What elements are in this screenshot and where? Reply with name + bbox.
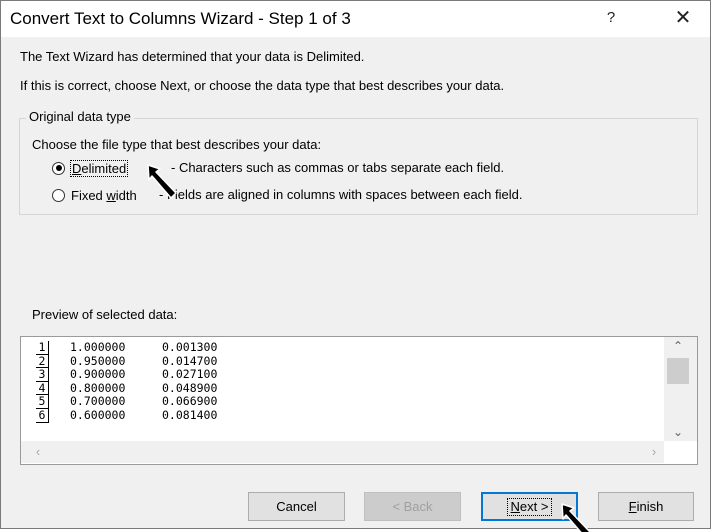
preview-cell: 0.950000	[70, 353, 126, 368]
preview-row: 4 0.800000 0.048900	[21, 380, 664, 396]
finish-button[interactable]: Finish	[598, 492, 694, 521]
next-mnemonic: N	[510, 499, 520, 514]
preview-row: 5 0.700000 0.066900	[21, 395, 664, 409]
preview-row: 1 1.000000 0.001300	[21, 340, 664, 355]
arrow-cursor-icon	[147, 164, 177, 199]
horizontal-scrollbar[interactable]: ‹ ›	[21, 441, 664, 463]
preview-row-number: 1	[36, 341, 49, 355]
preview-cell: 0.600000	[70, 407, 126, 422]
detected-type-message: The Text Wizard has determined that your…	[20, 49, 365, 64]
scroll-left-icon[interactable]: ‹	[29, 443, 47, 461]
radio-delimited-indicator[interactable]	[52, 161, 65, 175]
radio-fixed-width-mnemonic: w	[106, 187, 116, 203]
preview-cell: 0.066900	[162, 394, 218, 409]
preview-cell: 0.048900	[162, 380, 218, 395]
preview-row-number: 3	[36, 368, 49, 382]
window-title: Convert Text to Columns Wizard - Step 1 …	[10, 9, 351, 28]
preview-cell: 0.081400	[162, 407, 218, 422]
radio-delimited[interactable]: Delimited	[52, 158, 129, 178]
cancel-button[interactable]: Cancel	[248, 492, 345, 521]
preview-label: Preview of selected data:	[32, 307, 178, 322]
scroll-thumb[interactable]	[667, 358, 689, 384]
finish-label-rest: inish	[636, 499, 664, 514]
title-bar: Convert Text to Columns Wizard - Step 1 …	[1, 1, 710, 37]
radio-delimited-label[interactable]: Delimited	[69, 159, 129, 177]
preview-row-number: 2	[36, 354, 49, 369]
vertical-scrollbar[interactable]: ⌃ ⌄	[664, 337, 697, 441]
radio-fixed-width[interactable]: Fixed width	[52, 185, 137, 205]
data-preview-pane[interactable]: 1 1.000000 0.001300 2 0.950000 0.014700 3 0.900…	[20, 336, 698, 465]
close-button[interactable]: ✕	[663, 5, 703, 31]
preview-row-number: 6	[36, 409, 49, 423]
radio-fixed-width-indicator[interactable]	[52, 188, 65, 202]
preview-cell: 0.001300	[162, 340, 218, 354]
instruction-message: If this is correct, choose Next, or choo…	[20, 78, 505, 93]
help-button[interactable]: ?	[597, 5, 625, 31]
radio-delimited-description: - Characters such as commas or tabs sepa…	[171, 160, 505, 175]
file-type-prompt: Choose the file type that best describes…	[32, 137, 322, 152]
radio-delimited-label-rest: elimited	[81, 160, 127, 176]
radio-fixed-width-label-pre: Fixed	[71, 187, 107, 203]
scroll-down-icon[interactable]: ⌄	[664, 423, 692, 441]
back-button[interactable]: < Back	[364, 492, 461, 521]
preview-row-number: 4	[36, 381, 49, 396]
radio-fixed-width-label[interactable]: Fixed width	[71, 188, 137, 203]
next-button-label: Next >	[506, 498, 553, 516]
preview-cell: 0.700000	[70, 394, 126, 409]
next-label-rest: ext >	[519, 499, 549, 514]
radio-delimited-mnemonic: D	[72, 160, 82, 176]
preview-row: 6 0.600000 0.081400	[21, 407, 664, 423]
radio-fixed-width-description: - Fields are aligned in columns with spa…	[159, 187, 523, 202]
scroll-right-icon[interactable]: ›	[645, 443, 663, 461]
preview-cell: 1.000000	[70, 340, 126, 354]
preview-cell: 0.027100	[162, 367, 218, 382]
preview-row: 3 0.900000 0.027100	[21, 368, 664, 382]
group-legend: Original data type	[26, 109, 134, 124]
radio-fixed-width-label-rest: idth	[115, 187, 137, 203]
preview-rows: 1 1.000000 0.001300 2 0.950000 0.014700 3 0.900…	[21, 337, 664, 441]
preview-cell: 0.800000	[70, 380, 126, 395]
preview-row: 2 0.950000 0.014700	[21, 353, 664, 369]
scroll-up-icon[interactable]: ⌃	[664, 337, 692, 355]
preview-row-number: 5	[36, 395, 49, 409]
finish-mnemonic: F	[628, 499, 637, 514]
wizard-dialog: Convert Text to Columns Wizard - Step 1 …	[0, 0, 711, 529]
preview-cell: 0.014700	[162, 353, 218, 368]
arrow-cursor-icon	[561, 503, 591, 532]
preview-cell: 0.900000	[70, 367, 126, 382]
